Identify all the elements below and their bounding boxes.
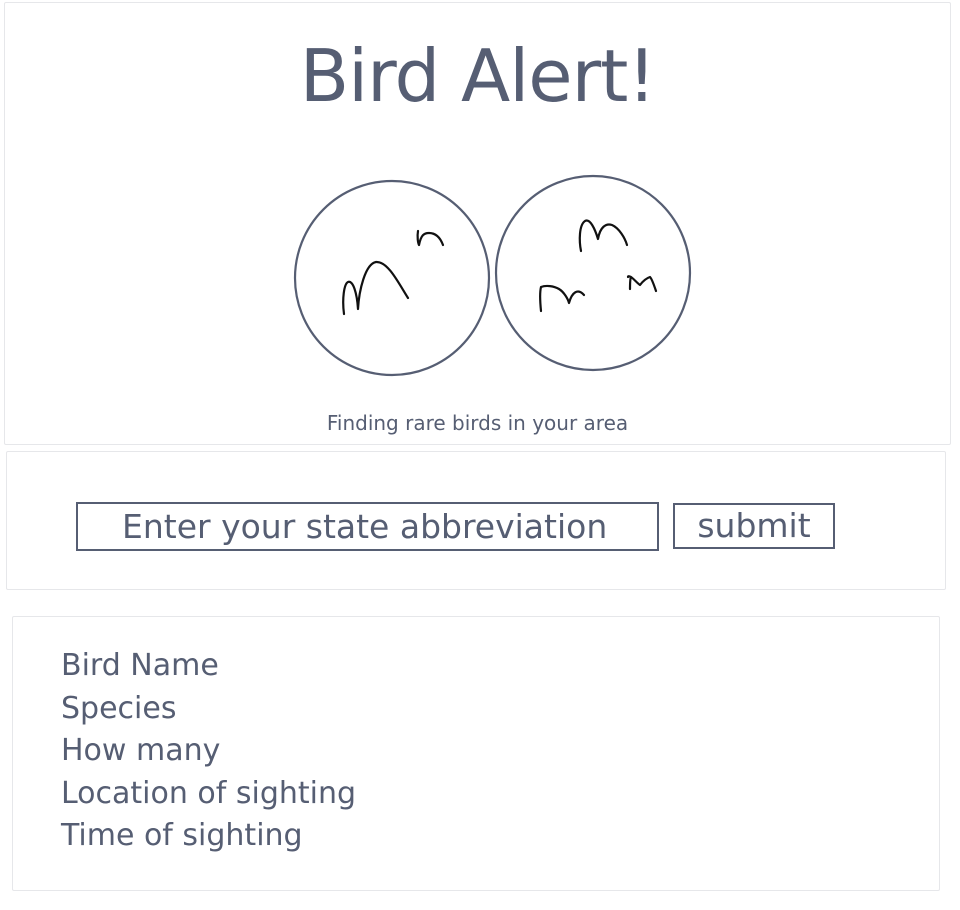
header-panel: Bird Alert! Finding rare birds in your a… <box>4 2 951 445</box>
search-panel: submit <box>6 451 946 590</box>
tagline: Finding rare birds in your area <box>326 411 629 435</box>
app-title: Bird Alert! <box>299 34 657 118</box>
field-location-of-sighting: Location of sighting <box>61 775 357 811</box>
results-panel: Bird Name Species How many Location of s… <box>12 616 940 891</box>
bird-sketch <box>578 219 629 253</box>
left-circle <box>293 179 491 377</box>
field-time-of-sighting: Time of sighting <box>61 818 303 853</box>
bird-sketch <box>416 229 445 247</box>
submit-button[interactable]: submit <box>673 503 835 549</box>
right-circle <box>494 174 692 372</box>
bird-sketch <box>626 275 658 293</box>
field-bird-name: Bird Name <box>61 648 219 683</box>
field-species: Species <box>61 690 177 726</box>
field-how-many: How many <box>61 733 221 768</box>
bird-sketch <box>342 260 410 316</box>
bird-details-list: Bird Name Species How many Location of s… <box>61 645 356 858</box>
state-abbreviation-input[interactable] <box>76 502 659 551</box>
birds-in-circles-icon <box>293 174 692 377</box>
bird-sketch <box>539 284 586 313</box>
